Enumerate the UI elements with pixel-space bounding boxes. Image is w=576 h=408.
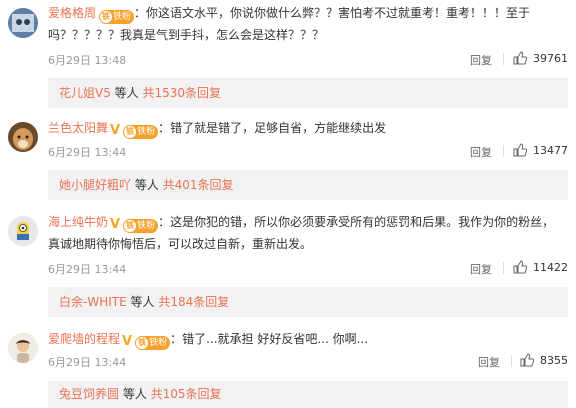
fan-badge: 铁铁粉 (99, 10, 135, 24)
sub-replies-bar[interactable]: 花儿姐V5 等人 共1530条回复 (48, 78, 568, 108)
username-link[interactable]: 兰色太阳舞 (48, 121, 108, 135)
username-link[interactable]: 爱爬墙的程程 (48, 332, 120, 346)
comment-text: 海上纯牛奶 V 铁铁粉 ：这是你犯的错，所以你必须要承受所有的惩罚和后果。我作为你的粉… (48, 212, 566, 235)
user-avatar[interactable] (8, 333, 38, 363)
fan-badge: 铁铁粉 (123, 125, 159, 139)
vip-icon: V (110, 123, 121, 138)
comment-text-continued: 吗？？？？？我真是气到手抖，怎么会是这样？？？ (48, 28, 325, 42)
like-button[interactable]: 11422 (513, 260, 568, 274)
comment-item: 爱格格周铁铁粉 ：你这语文水平，你说你做什么弊？？害怕考不过就重考！重考！！！至于… (0, 3, 576, 108)
like-button[interactable]: 13477 (513, 143, 568, 157)
comment-time: 6月29日 13:48 (48, 54, 127, 67)
sub-reply-count[interactable]: 共105条回复 (151, 387, 222, 401)
comment-item: 海上纯牛奶 V 铁铁粉 ：这是你犯的错，所以你必须要承受所有的惩罚和后果。我作为你的粉… (0, 212, 576, 317)
user-avatar[interactable] (8, 122, 38, 152)
sub-reply-user[interactable]: 她小腿好粗吖 (59, 178, 131, 192)
comment-text: 兰色太阳舞 V 铁铁粉 ：错了就是错了，足够自省，方能继续出发 (48, 118, 566, 141)
user-avatar[interactable] (8, 8, 38, 38)
fan-badge: 铁铁粉 (123, 219, 159, 233)
sub-replies-bar[interactable]: 白余-WHITE 等人 共184条回复 (48, 287, 568, 317)
like-button[interactable]: 8355 (520, 353, 568, 367)
username-link[interactable]: 海上纯牛奶 (48, 215, 108, 229)
sub-reply-user[interactable]: 花儿姐V5 (59, 86, 111, 100)
comment-time: 6月29日 13:44 (48, 263, 127, 276)
sub-reply-user[interactable]: 白余-WHITE (59, 295, 127, 309)
fan-badge: 铁铁粉 (135, 336, 171, 350)
reply-button[interactable]: 回复 (470, 52, 492, 68)
fan-badge-icon: 铁 (100, 11, 113, 23)
sub-reply-count[interactable]: 共184条回复 (158, 295, 229, 309)
divider (503, 145, 504, 157)
sub-reply-user[interactable]: 兔豆饲养圆 (59, 387, 119, 401)
sub-replies-bar[interactable]: 兔豆饲养圆 等人 共105条回复 (48, 381, 568, 408)
like-button[interactable]: 39761 (513, 51, 568, 65)
reply-button[interactable]: 回复 (470, 261, 492, 277)
user-avatar[interactable] (8, 216, 38, 246)
divider (503, 262, 504, 274)
thumbs-up-icon (513, 143, 527, 157)
thumbs-up-icon (513, 51, 527, 65)
reply-button[interactable]: 回复 (470, 144, 492, 160)
comment-text-continued: 真诚地期待你悔悟后，可以改过自新，重新出发。 (48, 237, 313, 251)
comment-item: 爱爬墙的程程 V 铁铁粉 ：错了...就承担 好好反省吧... 你啊... 6月29日… (0, 329, 576, 408)
thumbs-up-icon (520, 353, 534, 367)
vip-icon: V (122, 334, 133, 349)
divider (511, 355, 512, 367)
comment-item: 兰色太阳舞 V 铁铁粉 ：错了就是错了，足够自省，方能继续出发 6月29日 13:44… (0, 118, 576, 200)
sub-reply-count[interactable]: 共1530条回复 (143, 86, 222, 100)
comment-text: 爱爬墙的程程 V 铁铁粉 ：错了...就承担 好好反省吧... 你啊... (48, 329, 566, 352)
reply-button[interactable]: 回复 (478, 354, 500, 370)
comment-text: 爱格格周铁铁粉 ：你这语文水平，你说你做什么弊？？害怕考不过就重考！重考！！！至于 (48, 6, 531, 24)
comment-time: 6月29日 13:44 (48, 146, 127, 159)
fan-badge-icon: 铁 (124, 220, 137, 232)
fan-badge-icon: 铁 (136, 337, 149, 349)
sub-replies-bar[interactable]: 她小腿好粗吖 等人 共401条回复 (48, 170, 568, 200)
sub-reply-count[interactable]: 共401条回复 (163, 178, 234, 192)
fan-badge-icon: 铁 (124, 126, 137, 138)
thumbs-up-icon (513, 260, 527, 274)
divider (503, 53, 504, 65)
username-link[interactable]: 爱格格周 (48, 6, 96, 20)
comment-time: 6月29日 13:44 (48, 356, 127, 369)
vip-icon: V (110, 217, 121, 232)
